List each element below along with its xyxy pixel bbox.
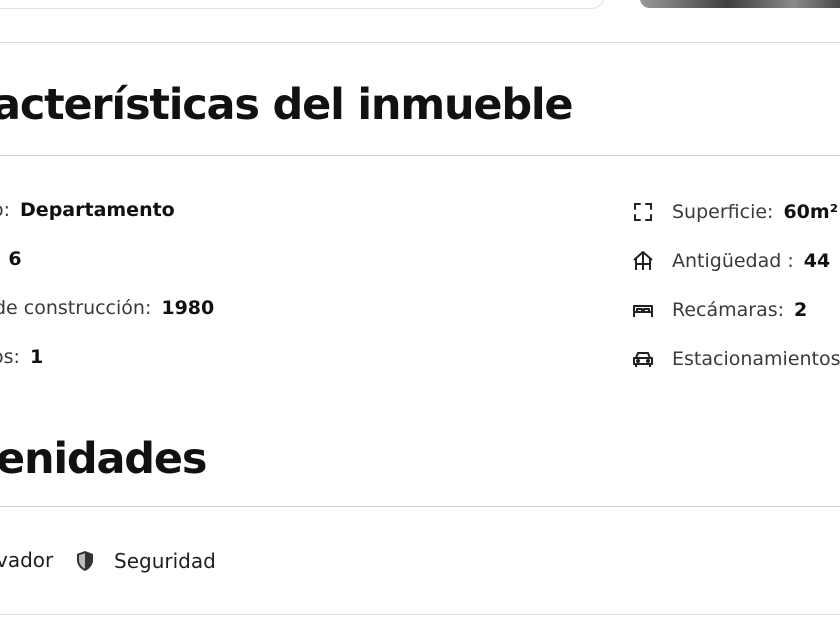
property-photo-thumbnail[interactable] — [640, 0, 840, 8]
feature-value: 60m² — [783, 201, 839, 223]
divider — [0, 614, 840, 615]
feature-value: Departamento — [20, 199, 175, 221]
divider — [0, 155, 840, 156]
feature-superficie: Superficie: 60m² — [630, 199, 838, 225]
feature-banos: os: 1 — [0, 346, 43, 368]
feature-estacionamientos: Estacionamientos — [630, 346, 840, 372]
bed-icon — [630, 297, 656, 323]
shield-icon — [72, 548, 98, 574]
amenity-seguridad: Seguridad — [72, 548, 216, 574]
feature-piso: : 6 — [0, 248, 22, 270]
feature-anio-construccion: de construcción: 1980 — [0, 297, 214, 319]
feature-value: 1 — [29, 346, 44, 368]
section-title-caracteristicas: acterísticas del inmueble — [0, 80, 574, 130]
feature-label: o: — [0, 199, 11, 221]
feature-label: os: — [0, 346, 20, 368]
amenity-elevador: vador — [0, 548, 53, 572]
feature-label: Superficie: — [672, 201, 774, 223]
feature-value: 44 — [803, 250, 831, 272]
feature-value: 1980 — [161, 297, 215, 319]
expand-corners-icon — [630, 199, 656, 225]
divider — [0, 42, 840, 43]
car-icon — [630, 346, 656, 372]
feature-value: 6 — [8, 248, 22, 270]
feature-antiguedad: Antigüedad : 44 — [630, 248, 830, 274]
feature-label: Estacionamientos — [672, 348, 840, 370]
divider — [0, 506, 840, 507]
feature-label: Antigüedad : — [672, 250, 794, 272]
feature-label: de construcción: — [0, 297, 152, 319]
feature-value: 2 — [794, 299, 808, 321]
section-title-amenidades: enidades — [0, 434, 207, 484]
amenity-label: vador — [0, 548, 54, 572]
feature-tipo: o: Departamento — [0, 199, 175, 221]
building-age-icon — [630, 248, 656, 274]
feature-label: Recámaras: — [672, 299, 785, 321]
amenity-label: Seguridad — [114, 549, 216, 573]
top-card — [0, 0, 604, 9]
feature-recamaras: Recámaras: 2 — [630, 297, 807, 323]
